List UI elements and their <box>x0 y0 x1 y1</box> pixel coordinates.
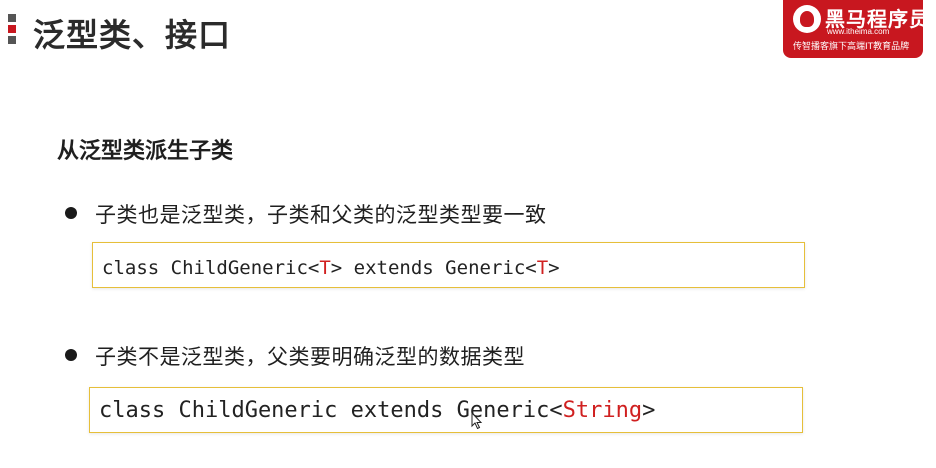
bullet-dot-icon <box>65 349 77 361</box>
brand-logo: 黑马程序员 www.itheima.com 传智播客旗下高端IT教育品牌 <box>783 0 923 58</box>
bullet-text-1: 子类也是泛型类，子类和父类的泛型类型要一致 <box>95 203 547 227</box>
page-title: 泛型类、接口 <box>33 16 232 54</box>
code-token-highlight: T <box>536 257 549 279</box>
title-marker-square-top <box>8 14 16 22</box>
horse-logo-icon <box>793 5 821 33</box>
code-line-1: class ChildGeneric<T> extends Generic<T> <box>102 257 560 279</box>
bullet-dot-icon <box>65 207 77 219</box>
section-heading: 从泛型类派生子类 <box>57 139 234 164</box>
title-marker-square-bottom <box>8 36 16 44</box>
logo-slogan: 传智播客旗下高端IT教育品牌 <box>793 42 910 52</box>
code-block-1: class ChildGeneric<T> extends Generic<T> <box>92 242 805 288</box>
title-marker-square-middle <box>8 25 16 33</box>
code-token-highlight: String <box>562 398 643 423</box>
code-token: > extends Generic< <box>330 257 537 279</box>
code-block-2: class ChildGeneric extends Generic<Strin… <box>89 387 803 433</box>
code-token: class ChildGeneric< <box>102 257 320 279</box>
mouse-pointer-icon <box>471 412 483 430</box>
code-line-2: class ChildGeneric extends Generic<Strin… <box>99 398 655 423</box>
code-token: > <box>548 257 560 279</box>
code-token: > <box>642 398 656 423</box>
logo-url: www.itheima.com <box>827 27 890 36</box>
title-marker-icon <box>8 14 18 47</box>
code-token: class ChildGeneric extends Generic< <box>99 398 563 423</box>
bullet-text-2: 子类不是泛型类，父类要明确泛型的数据类型 <box>95 345 525 369</box>
code-token-highlight: T <box>319 257 331 279</box>
